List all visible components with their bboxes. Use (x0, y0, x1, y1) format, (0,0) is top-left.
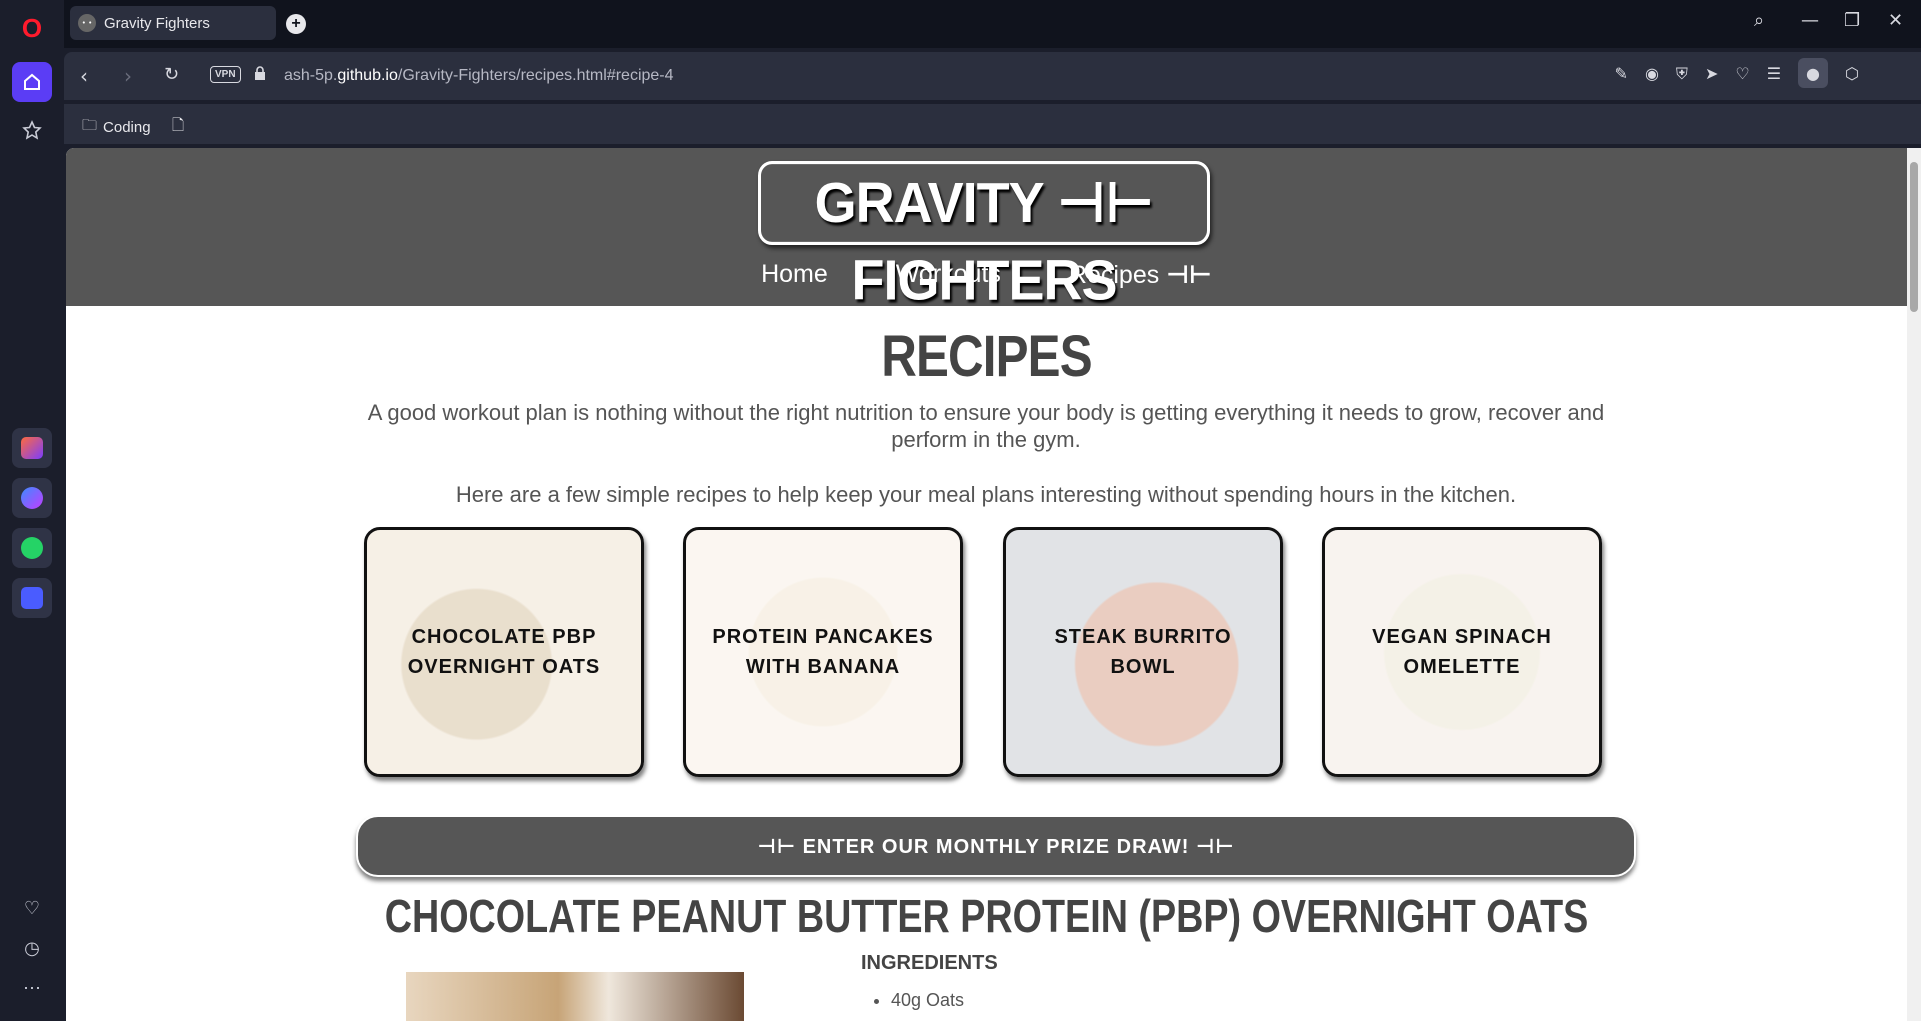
close-icon[interactable]: ✕ (1888, 10, 1903, 31)
bookmark-page-icon[interactable]: 🗋 (172, 115, 184, 140)
easy-setup-icon[interactable]: ☰ (1767, 64, 1781, 88)
recipe-card-burrito-bowl[interactable]: STEAK BURRITO BOWL (1003, 527, 1283, 777)
send-icon[interactable]: ➤ (1705, 64, 1718, 88)
reload-icon[interactable]: ↻ (164, 64, 179, 85)
forward-icon[interactable]: › (124, 64, 132, 88)
ingredients-heading: INGREDIENTS (861, 952, 998, 974)
ingredients-list: 40g Oats (891, 990, 964, 1011)
recipe-section-title: CHOCOLATE PEANUT BUTTER PROTEIN (PBP) OV… (384, 890, 1589, 942)
toolbar-icons: ✎ ◉ ⛨ ➤ ♡ ☰ ● ⬡ (1615, 58, 1859, 88)
back-icon[interactable]: ‹ (80, 64, 88, 88)
more-icon[interactable]: ⋯ (12, 968, 52, 1008)
dumbbell-icon: ⊣⊢ (1195, 834, 1235, 858)
scrollbar-thumb[interactable] (1910, 162, 1918, 312)
restore-icon[interactable]: ❐ (1844, 10, 1860, 31)
lock-icon[interactable] (254, 66, 266, 83)
recipe-card-pancakes[interactable]: PROTEIN PANCAKES WITH BANANA (683, 527, 963, 777)
dumbbell-icon: ⊣⊢ (1166, 260, 1212, 289)
music-player-icon[interactable] (12, 578, 52, 618)
camera-icon[interactable]: ◉ (1645, 64, 1659, 88)
shield-icon[interactable]: ⛨ (1676, 64, 1688, 88)
address-bar: ‹ › ↻ VPN ash-5p.github.io/Gravity-Fight… (64, 52, 1921, 100)
nav-recipes[interactable]: Recipes ⊣⊢ (1069, 260, 1212, 290)
tab-favicon-icon: • • (78, 14, 96, 32)
tab-title: Gravity Fighters (104, 14, 210, 32)
recipe-card-oats[interactable]: CHOCOLATE PBP OVERNIGHT OATS (364, 527, 644, 777)
tab-bar: • • Gravity Fighters + ⌕ — ❐ ✕ (64, 0, 1921, 48)
page-title: RECIPES (881, 324, 1092, 389)
browser-sidebar: O ♡ ◷ ⋯ (0, 0, 64, 1021)
recipes-intro-2: Here are a few simple recipes to help ke… (455, 482, 1517, 507)
history-icon[interactable]: ◷ (12, 928, 52, 968)
site-header: GRAVITY ⊣⊢ FIGHTERS Home Workouts Recipe… (66, 148, 1907, 312)
minimize-icon[interactable]: — (1801, 10, 1819, 31)
vpn-badge[interactable]: VPN (210, 66, 241, 83)
search-tabs-icon[interactable]: ⌕ (1754, 10, 1764, 31)
new-tab-button[interactable]: + (286, 14, 306, 34)
dumbbell-icon: ⊣⊢ (757, 834, 797, 858)
extensions-icon[interactable]: ⬡ (1845, 64, 1859, 88)
recipes-intro: A good workout plan is nothing without t… (367, 400, 1605, 452)
favorite-icon[interactable]: ♡ (1735, 64, 1749, 88)
recipe-image (406, 972, 744, 1021)
browser-tab[interactable]: • • Gravity Fighters (70, 6, 276, 40)
nav-workouts[interactable]: Workouts (896, 260, 1001, 290)
profile-icon[interactable]: ● (1798, 58, 1829, 88)
site-nav: Home Workouts Recipes ⊣⊢ (66, 260, 1907, 290)
home-icon[interactable] (12, 62, 52, 102)
url-field[interactable]: ash-5p.github.io/Gravity-Fighters/recipe… (284, 67, 674, 85)
opera-logo-icon[interactable]: O (12, 8, 52, 48)
heart-icon[interactable]: ♡ (12, 888, 52, 928)
whatsapp-icon[interactable] (12, 528, 52, 568)
edit-icon[interactable]: ✎ (1615, 64, 1628, 88)
prize-draw-button[interactable]: ⊣⊢ ENTER OUR MONTHLY PRIZE DRAW! ⊣⊢ (356, 815, 1636, 877)
dumbbell-icon: ⊣⊢ (1056, 169, 1155, 236)
site-logo[interactable]: GRAVITY ⊣⊢ FIGHTERS (758, 161, 1210, 312)
page-viewport: GRAVITY ⊣⊢ FIGHTERS Home Workouts Recipe… (66, 148, 1921, 1021)
bookmarks-bar: 🗀 Coding 🗋 (64, 104, 1921, 144)
ingredient-item: 40g Oats (891, 990, 964, 1011)
bookmark-folder-coding[interactable]: 🗀 Coding (82, 115, 151, 140)
aria-icon[interactable] (12, 428, 52, 468)
nav-home[interactable]: Home (761, 260, 828, 290)
messenger-icon[interactable] (12, 478, 52, 518)
star-icon[interactable] (12, 110, 52, 150)
folder-icon: 🗀 (82, 117, 98, 134)
recipe-card-omelette[interactable]: VEGAN SPINACH OMELETTE (1322, 527, 1602, 777)
page-scrollbar[interactable] (1907, 148, 1921, 1021)
